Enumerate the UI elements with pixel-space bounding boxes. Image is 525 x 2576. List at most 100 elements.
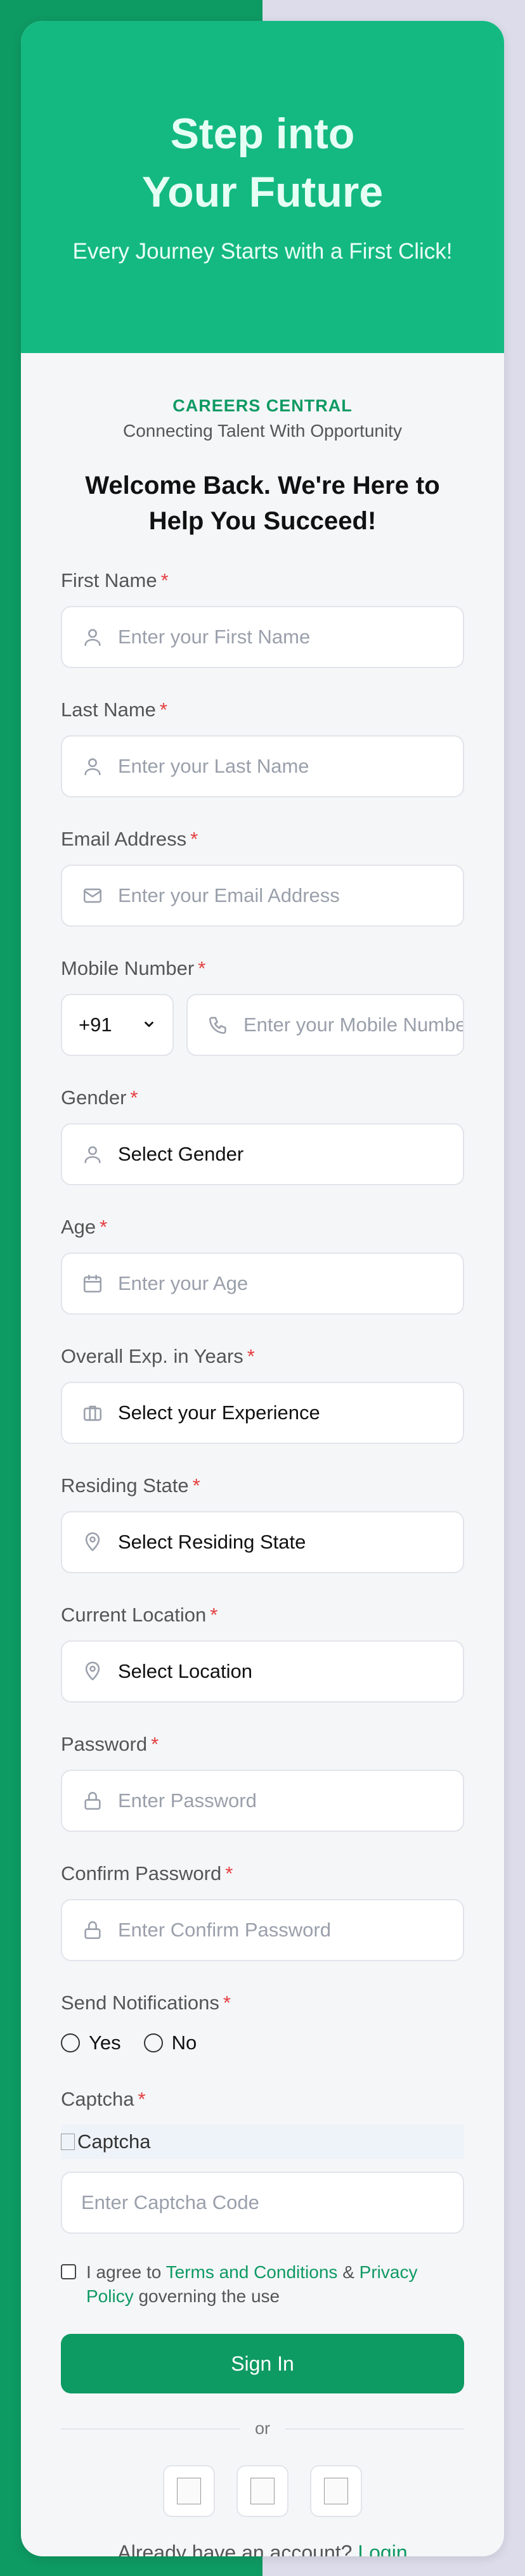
required-mark: *	[192, 1474, 200, 1497]
age-field: Age * Enter your Age	[61, 1213, 464, 1315]
mobile-label: Mobile Number *	[61, 955, 464, 982]
email-label-text: Email Address	[61, 828, 187, 850]
brand-name: CAREERS CENTRAL	[172, 396, 353, 415]
age-label: Age *	[61, 1213, 464, 1241]
state-label: Residing State *	[61, 1472, 464, 1500]
mobile-field: Mobile Number * +91 Enter your Mobile Num…	[61, 955, 464, 1056]
last-name-input[interactable]: Enter your Last Name	[61, 735, 464, 797]
password-label-text: Password	[61, 1733, 148, 1755]
required-mark: *	[151, 1733, 159, 1755]
form-body: CAREERS CENTRAL Connecting Talent With O…	[21, 396, 504, 2556]
confirm-password-label-text: Confirm Password	[61, 1862, 222, 1884]
terms-link[interactable]: Terms and Conditions	[166, 2262, 338, 2282]
location-label: Current Location *	[61, 1601, 464, 1629]
login-link[interactable]: Login	[358, 2541, 407, 2556]
notifications-field: Send Notifications * Yes No	[61, 1989, 464, 2058]
first-name-label: First Name *	[61, 567, 464, 595]
required-mark: *	[247, 1345, 255, 1367]
captcha-placeholder: Enter Captcha Code	[81, 2191, 259, 2213]
terms-text: I agree to Terms and Conditions & Privac…	[86, 2260, 464, 2309]
mobile-label-text: Mobile Number	[61, 957, 195, 979]
confirm-password-label: Confirm Password *	[61, 1860, 464, 1888]
first-name-input[interactable]: Enter your First Name	[61, 606, 464, 668]
lock-icon	[77, 1790, 108, 1812]
hero-title-line2: Your Future	[141, 168, 384, 216]
experience-select[interactable]: Select your Experience	[61, 1382, 464, 1444]
gender-label-text: Gender	[61, 1086, 127, 1109]
user-icon	[77, 1143, 108, 1165]
state-select[interactable]: Select Residing State	[61, 1511, 464, 1573]
user-icon	[77, 626, 108, 648]
location-value: Select Location	[118, 1660, 252, 1682]
terms-checkbox[interactable]	[61, 2264, 76, 2279]
hero-banner: Step into Your Future Every Journey Star…	[21, 21, 504, 353]
brand-tagline: Connecting Talent With Opportunity	[123, 421, 402, 441]
divider-line	[61, 2428, 240, 2430]
captcha-input[interactable]: Enter Captcha Code	[61, 2172, 464, 2234]
required-mark: *	[159, 699, 167, 721]
location-select[interactable]: Select Location	[61, 1640, 464, 1703]
country-code-select[interactable]: +91	[61, 994, 174, 1056]
divider: or	[61, 2419, 465, 2438]
age-placeholder: Enter your Age	[118, 1272, 249, 1294]
last-name-field: Last Name * Enter your Last Name	[61, 696, 464, 797]
notifications-no-radio[interactable]	[143, 2033, 163, 2052]
email-input[interactable]: Enter your Email Address	[61, 865, 464, 927]
location-field: Current Location * Select Location	[61, 1601, 464, 1703]
required-mark: *	[223, 1992, 231, 2014]
broken-image-icon	[177, 2478, 201, 2504]
divider-line	[285, 2428, 465, 2430]
password-label: Password *	[61, 1730, 464, 1758]
terms-suffix: governing the use	[138, 2286, 280, 2306]
email-label: Email Address *	[61, 825, 464, 853]
required-mark: *	[210, 1604, 218, 1626]
state-label-text: Residing State	[61, 1474, 189, 1497]
notifications-radio-group: Yes No	[61, 2028, 464, 2058]
notifications-yes-label[interactable]: Yes	[89, 2032, 121, 2054]
gender-select[interactable]: Select Gender	[61, 1123, 464, 1185]
sign-in-button[interactable]: Sign In	[61, 2334, 464, 2393]
hero-title: Step into Your Future	[142, 105, 383, 221]
required-mark: *	[198, 957, 206, 979]
country-code-value: +91	[79, 1014, 112, 1036]
captcha-image-alt: Captcha	[77, 2130, 151, 2153]
phone-icon	[203, 1014, 233, 1036]
social-login-button[interactable]	[163, 2465, 215, 2517]
location-label-text: Current Location	[61, 1604, 207, 1626]
social-login-button[interactable]	[237, 2465, 288, 2517]
broken-image-icon	[324, 2478, 348, 2504]
social-login-button[interactable]	[310, 2465, 362, 2517]
mail-icon	[77, 885, 108, 906]
experience-field: Overall Exp. in Years * Select your Exper…	[61, 1343, 464, 1444]
email-field: Email Address * Enter your Email Address	[61, 825, 464, 927]
required-mark: *	[225, 1862, 233, 1884]
terms-amp: &	[342, 2262, 354, 2282]
confirm-password-placeholder: Enter Confirm Password	[118, 1919, 331, 1941]
mobile-input[interactable]: Enter your Mobile Number	[186, 994, 464, 1056]
age-input[interactable]: Enter your Age	[61, 1253, 464, 1315]
required-mark: *	[190, 828, 198, 850]
last-name-label-text: Last Name	[61, 699, 156, 721]
captcha-label: Captcha *	[61, 2085, 464, 2113]
confirm-password-input[interactable]: Enter Confirm Password	[61, 1899, 464, 1961]
captcha-label-text: Captcha	[61, 2088, 134, 2110]
notifications-no-label[interactable]: No	[172, 2032, 197, 2054]
password-input[interactable]: Enter Password	[61, 1770, 464, 1832]
mobile-placeholder: Enter your Mobile Number	[243, 1014, 463, 1036]
map-pin-icon	[77, 1661, 108, 1682]
captcha-image: Captcha	[61, 2125, 464, 2159]
required-mark: *	[160, 569, 169, 591]
notifications-yes-radio[interactable]	[61, 2033, 80, 2052]
confirm-password-field: Confirm Password * Enter Confirm Password	[61, 1860, 464, 1961]
social-login-row	[61, 2465, 464, 2517]
required-mark: *	[130, 1086, 138, 1109]
first-name-label-text: First Name	[61, 569, 157, 591]
captcha-field: Captcha * Captcha Enter Captcha Code	[61, 2085, 464, 2234]
calendar-icon	[77, 1273, 108, 1294]
chevron-down-icon	[142, 1014, 156, 1036]
first-name-field: First Name * Enter your First Name	[61, 567, 464, 668]
briefcase-icon	[77, 1402, 108, 1424]
terms-row: I agree to Terms and Conditions & Privac…	[61, 2260, 464, 2309]
last-name-label: Last Name *	[61, 696, 464, 724]
hero-subtitle: Every Journey Starts with a First Click!	[72, 239, 453, 264]
